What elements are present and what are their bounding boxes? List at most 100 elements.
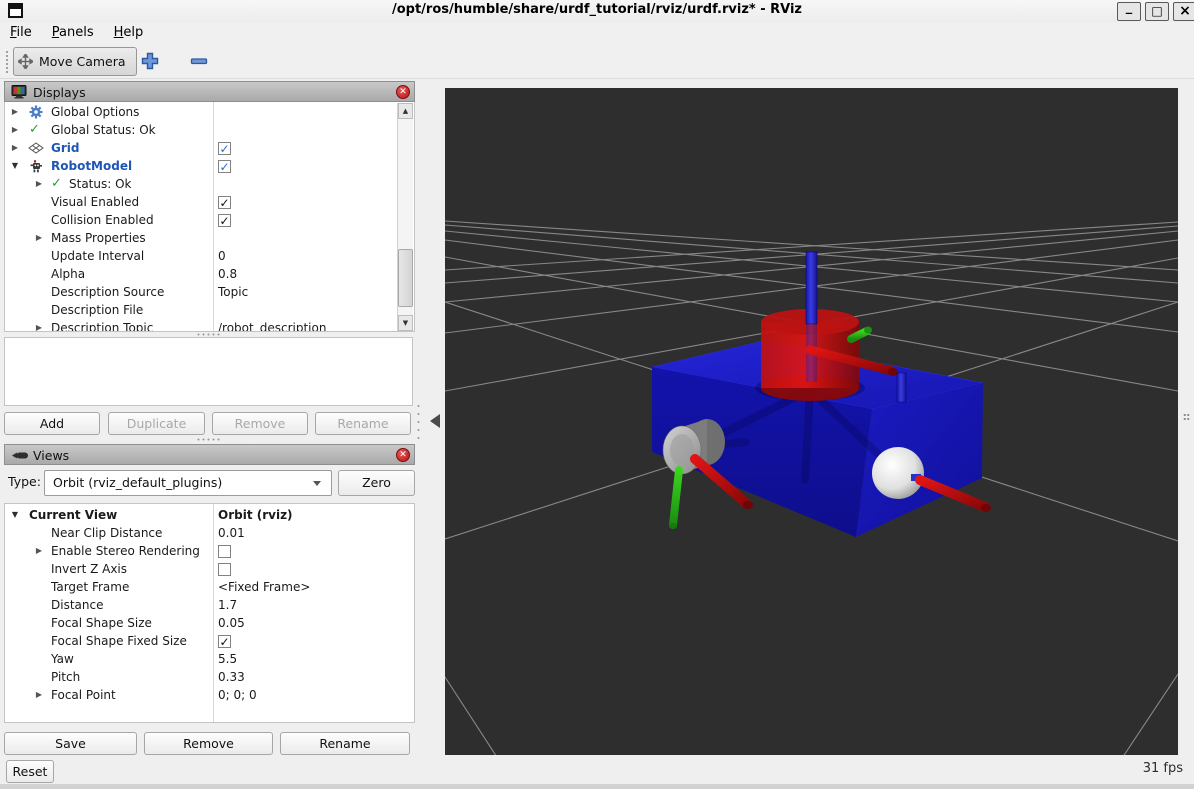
- row-focal-shape-size[interactable]: Focal Shape Size 0.05: [5, 614, 414, 632]
- scrollbar-thumb[interactable]: [398, 249, 413, 307]
- menu-panels[interactable]: Panels: [42, 22, 104, 44]
- row-focal-point[interactable]: ▶ Focal Point 0; 0; 0: [5, 686, 414, 704]
- property-value[interactable]: Topic: [218, 283, 248, 301]
- focal-shape-fixed-checkbox[interactable]: ✓: [218, 635, 231, 648]
- minimize-button[interactable]: _: [1117, 2, 1141, 21]
- row-alpha[interactable]: Alpha 0.8: [5, 265, 414, 283]
- expand-right-icon[interactable]: ▶: [9, 139, 21, 157]
- row-focal-shape-fixed[interactable]: Focal Shape Fixed Size ✓: [5, 632, 414, 650]
- displays-panel-header[interactable]: Displays ✕: [4, 81, 415, 102]
- checkmark-icon: ✓: [220, 212, 230, 230]
- row-target-frame[interactable]: Target Frame <Fixed Frame>: [5, 578, 414, 596]
- remove-display-button[interactable]: Remove: [212, 412, 308, 435]
- close-icon: ×: [1179, 3, 1191, 19]
- maximize-button[interactable]: □: [1145, 2, 1169, 21]
- property-value[interactable]: 5.5: [218, 650, 237, 668]
- row-global-options[interactable]: ▶ Global Options: [5, 103, 414, 121]
- display-description-box[interactable]: [4, 337, 413, 406]
- expand-right-icon[interactable]: ▶: [9, 121, 21, 139]
- move-camera-tool-button[interactable]: Move Camera: [13, 47, 137, 76]
- views-close-button[interactable]: ✕: [396, 448, 410, 462]
- row-distance[interactable]: Distance 1.7: [5, 596, 414, 614]
- collision-enabled-checkbox[interactable]: ✓: [218, 214, 231, 227]
- zero-button[interactable]: Zero: [338, 470, 415, 496]
- scroll-up-icon[interactable]: ▲: [398, 103, 413, 119]
- property-value[interactable]: 0.01: [218, 524, 245, 542]
- row-stereo-rendering[interactable]: ▶ Enable Stereo Rendering: [5, 542, 414, 560]
- stereo-rendering-checkbox[interactable]: [218, 545, 231, 558]
- invert-z-checkbox[interactable]: [218, 563, 231, 576]
- row-current-view[interactable]: ▼ Current View Orbit (rviz): [5, 506, 414, 524]
- right-blue-post: [897, 373, 906, 402]
- scroll-down-icon[interactable]: ▼: [398, 315, 413, 331]
- row-visual-enabled[interactable]: Visual Enabled ✓: [5, 193, 414, 211]
- row-yaw[interactable]: Yaw 5.5: [5, 650, 414, 668]
- expand-right-icon[interactable]: ▶: [33, 686, 45, 704]
- add-display-button[interactable]: Add: [4, 412, 100, 435]
- row-robot-status[interactable]: ▶ ✓ Status: Ok: [5, 175, 414, 193]
- collapse-panel-arrow-icon[interactable]: [430, 414, 440, 428]
- checkmark-icon: ✓: [220, 158, 230, 176]
- horizontal-splitter-handle[interactable]: [196, 438, 222, 441]
- status-ok-check-icon: ✓: [51, 175, 62, 193]
- type-label: Type:: [8, 474, 41, 489]
- property-value[interactable]: 0; 0; 0: [218, 686, 257, 704]
- expand-right-icon[interactable]: ▶: [33, 175, 45, 193]
- property-value[interactable]: /robot_description: [218, 319, 326, 332]
- expand-down-icon[interactable]: ▼: [9, 506, 21, 524]
- expand-right-icon[interactable]: ▶: [33, 542, 45, 560]
- visual-enabled-checkbox[interactable]: ✓: [218, 196, 231, 209]
- row-description-topic[interactable]: ▶ Description Topic /robot_description: [5, 319, 414, 332]
- property-value[interactable]: 1.7: [218, 596, 237, 614]
- views-tree[interactable]: ▼ Current View Orbit (rviz) Near Clip Di…: [4, 503, 415, 723]
- expand-down-icon[interactable]: ▼: [9, 157, 21, 175]
- 3d-viewport[interactable]: [445, 88, 1178, 755]
- menu-file[interactable]: File: [0, 22, 42, 44]
- row-description-file[interactable]: Description File: [5, 301, 414, 319]
- displays-tree[interactable]: ▶ Global Options ▶ ✓ Global Status: Ok ▶…: [4, 102, 415, 332]
- expand-right-icon[interactable]: ▶: [33, 319, 45, 332]
- displays-close-button[interactable]: ✕: [396, 85, 410, 99]
- rename-view-button[interactable]: Rename: [280, 732, 410, 755]
- minimize-icon: _: [1126, 0, 1133, 16]
- rename-display-button[interactable]: Rename: [315, 412, 411, 435]
- view-type-dropdown[interactable]: Orbit (rviz_default_plugins): [44, 470, 332, 496]
- window-bottom-edge: [0, 784, 1194, 789]
- expand-right-icon[interactable]: ▶: [9, 103, 21, 121]
- panel-splitter-handle[interactable]: [417, 402, 420, 444]
- row-collision-enabled[interactable]: Collision Enabled ✓: [5, 211, 414, 229]
- row-global-status[interactable]: ▶ ✓ Global Status: Ok: [5, 121, 414, 139]
- duplicate-display-button[interactable]: Duplicate: [108, 412, 205, 435]
- plus-icon: [141, 52, 159, 70]
- right-splitter-handle[interactable]: [1183, 413, 1190, 421]
- property-value[interactable]: <Fixed Frame>: [218, 578, 310, 596]
- displays-scrollbar[interactable]: ▲ ▼: [397, 103, 413, 331]
- property-value[interactable]: 0.8: [218, 265, 237, 283]
- property-value[interactable]: 0.33: [218, 668, 245, 686]
- row-description-source[interactable]: Description Source Topic: [5, 283, 414, 301]
- close-window-button[interactable]: ×: [1173, 2, 1194, 21]
- property-value[interactable]: 0.05: [218, 614, 245, 632]
- row-mass-properties[interactable]: ▶ Mass Properties: [5, 229, 414, 247]
- robotmodel-enabled-checkbox[interactable]: ✓: [218, 160, 231, 173]
- remove-tool-button[interactable]: [184, 47, 214, 76]
- row-robotmodel-display[interactable]: ▼ RobotModel ✓: [5, 157, 414, 175]
- expand-right-icon[interactable]: ▶: [33, 229, 45, 247]
- reset-button[interactable]: Reset: [6, 760, 54, 783]
- remove-view-button[interactable]: Remove: [144, 732, 273, 755]
- view-type-value: Orbit (rviz_default_plugins): [53, 475, 222, 490]
- save-view-button[interactable]: Save: [4, 732, 137, 755]
- toolbar-drag-handle[interactable]: [5, 50, 10, 74]
- row-grid-display[interactable]: ▶ Grid ✓: [5, 139, 414, 157]
- row-near-clip[interactable]: Near Clip Distance 0.01: [5, 524, 414, 542]
- grid-enabled-checkbox[interactable]: ✓: [218, 142, 231, 155]
- property-value: Orbit (rviz): [218, 506, 293, 524]
- add-tool-button[interactable]: [135, 47, 165, 76]
- menu-help[interactable]: Help: [104, 22, 154, 44]
- horizontal-splitter-handle[interactable]: [196, 333, 222, 336]
- row-update-interval[interactable]: Update Interval 0: [5, 247, 414, 265]
- property-value[interactable]: 0: [218, 247, 226, 265]
- views-panel-header[interactable]: Views ✕: [4, 444, 415, 465]
- row-pitch[interactable]: Pitch 0.33: [5, 668, 414, 686]
- row-invert-z[interactable]: Invert Z Axis: [5, 560, 414, 578]
